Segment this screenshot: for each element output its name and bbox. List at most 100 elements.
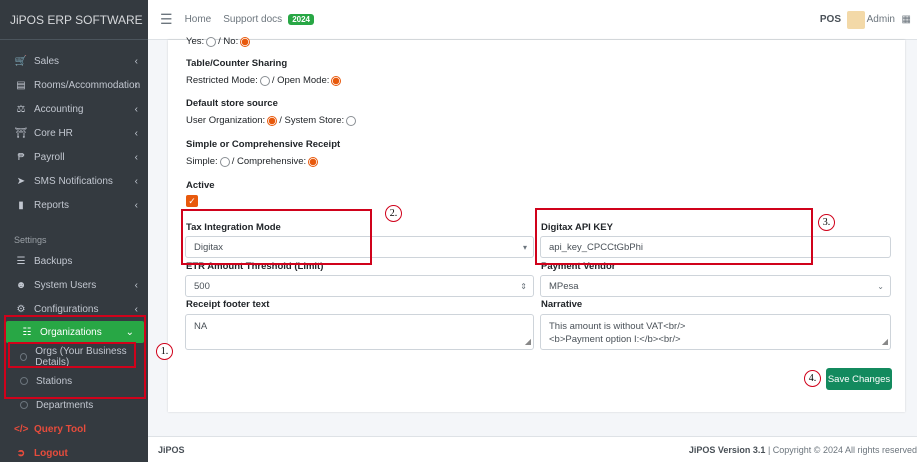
annotation-box-orgs [8,342,136,368]
resize-grip-icon[interactable]: ◢ [525,335,531,348]
receipt-type-label: Simple or Comprehensive Receipt [186,139,341,150]
user-name[interactable]: Admin [867,14,895,25]
bank-icon: ⛩ [14,127,28,139]
narrative-line-1: This amount is without VAT<br/> [549,321,686,332]
no-radio[interactable] [240,36,251,47]
footer-version: JiPOS Version 3.1 [688,444,766,455]
sidebar-item-query-tool[interactable]: </> Query Tool [0,418,148,440]
simple-radio[interactable] [219,156,230,167]
sidebar-item-label: Rooms/Accommodation [34,79,141,91]
save-changes-button[interactable]: Save Changes [826,368,892,390]
sidebar-item-label: Core HR [34,127,73,139]
active-checkbox[interactable]: ✓ [186,195,198,207]
open-mode-radio[interactable] [331,75,342,86]
annotation-number-1: 1. [156,343,173,360]
comprehensive-label: / Comprehensive: [231,156,307,167]
annotation-box-tax-mode [181,209,372,265]
code-icon: </> [14,423,29,435]
annotation-number-4: 4. [804,370,821,387]
sidebar-item-core-hr[interactable]: ⛩ Core HR ‹ [0,122,148,144]
payment-vendor-select[interactable]: MPesa ⌄ [540,275,891,297]
sidebar-item-logout[interactable]: ➲ Logout [0,442,148,462]
receipt-footer-label: Receipt footer text [186,299,270,310]
restricted-mode-radio[interactable] [259,75,270,86]
gear-icon: ⚙ [16,303,26,315]
sidebar-item-label: Configurations [34,303,99,315]
brand-title[interactable]: JiPOS ERP SOFTWARE [0,0,148,40]
chevron-left-icon: ‹ [134,279,138,291]
narrative-textarea[interactable]: This amount is without VAT<br/> <b>Payme… [540,314,891,350]
receipt-footer-textarea[interactable]: NA ◢ [185,314,534,350]
chevron-down-icon: ⌄ [877,281,884,291]
sidebar-item-system-users[interactable]: ☻ System Users ‹ [0,274,148,296]
sidebar-item-label: Query Tool [34,423,87,435]
narrative-line-2: <b>Payment option I:</b><br/> [549,334,681,345]
sidebar-item-reports[interactable]: ▮ Reports ‹ [0,194,148,216]
sidebar-item-label: Accounting [34,103,84,115]
system-store-label: / System Store: [279,115,345,126]
no-label: / No: [218,36,239,47]
chevron-left-icon: ‹ [134,151,138,163]
system-store-radio[interactable] [346,115,357,126]
caret-down-icon: ▾ [522,242,527,252]
paper-plane-icon: ➤ [16,175,26,187]
active-label: Active [186,180,215,191]
store-source-label: Default store source [186,98,278,109]
receipt-footer-value: NA [194,321,208,332]
chevron-left-icon: ‹ [134,103,138,115]
resize-grip-icon[interactable]: ◢ [882,335,888,348]
sidebar-item-label: Logout [34,447,68,459]
sidebar-item-label: Reports [34,199,70,211]
simple-label: Simple: [186,156,218,167]
payment-vendor-value: MPesa [549,280,579,292]
restricted-mode-label: Restricted Mode: [186,75,258,86]
database-icon: ☰ [16,255,26,267]
sidebar-item-backups[interactable]: ☰ Backups [0,250,148,272]
sidebar-item-accounting[interactable]: ⚖ Accounting ‹ [0,98,148,120]
sidebar-item-label: Sales [34,55,60,67]
logout-icon: ➲ [16,447,26,459]
chevron-left-icon: ‹ [134,199,138,211]
footer-brand: JiPOS [158,444,185,455]
home-link[interactable]: Home [185,14,212,25]
chevron-left-icon: ‹ [134,303,138,315]
sidebar-item-rooms[interactable]: ▤ Rooms/Accommodation ‹ [0,74,148,96]
footer-rights: | Copyright © 2024 All rights reserved [767,444,917,455]
top-navbar: ☰ Home Support docs 2024 POS Admin ▦ [148,0,917,40]
scale-icon: ⚖ [16,103,26,115]
yes-radio[interactable] [206,36,217,47]
yes-no-row: Yes: / No: [186,36,252,47]
sidebar-item-sales[interactable]: 🛒 Sales ‹ [0,50,148,72]
open-mode-label: / Open Mode: [271,75,330,86]
annotation-number-3: 3. [818,214,835,231]
page-footer: JiPOS JiPOS Version 3.1 | Copyright © 20… [148,436,917,462]
settings-header: Settings [14,235,47,245]
store-source-row: User Organization: / System Store: [186,115,358,126]
spinner-icon[interactable]: ⇕ [520,282,527,291]
footer-copyright: JiPOS Version 3.1 | Copyright © 2024 All… [689,445,917,455]
sidebar-item-label: SMS Notifications [34,175,113,187]
cart-icon: 🛒 [14,55,28,67]
sidebar-item-sms[interactable]: ➤ SMS Notifications ‹ [0,170,148,192]
receipt-type-row: Simple: / Comprehensive: [186,156,320,167]
sidebar-item-payroll[interactable]: ₱ Payroll ‹ [0,146,148,168]
annotation-number-2: 2. [385,205,402,222]
table-sharing-row: Restricted Mode: / Open Mode: [186,75,343,86]
pos-link[interactable]: POS [820,14,841,25]
apps-grid-icon[interactable]: ▦ [902,14,911,25]
yes-label: Yes: [186,36,205,47]
chevron-left-icon: ‹ [134,79,138,91]
hamburger-menu-icon[interactable]: ☰ [160,11,173,28]
sidebar-subitem-label: Departments [36,399,94,411]
comprehensive-radio[interactable] [308,156,319,167]
sidebar-item-label: Backups [34,255,73,267]
avatar[interactable] [847,10,865,29]
peso-icon: ₱ [17,151,25,163]
etr-threshold-value: 500 [194,280,210,292]
user-org-radio[interactable] [267,115,278,126]
circle-icon [20,401,28,409]
support-docs-link[interactable]: Support docs [223,14,282,25]
table-sharing-label: Table/Counter Sharing [186,58,288,69]
etr-threshold-input[interactable]: 500 ⇕ [185,275,534,297]
chevron-left-icon: ‹ [134,55,138,67]
